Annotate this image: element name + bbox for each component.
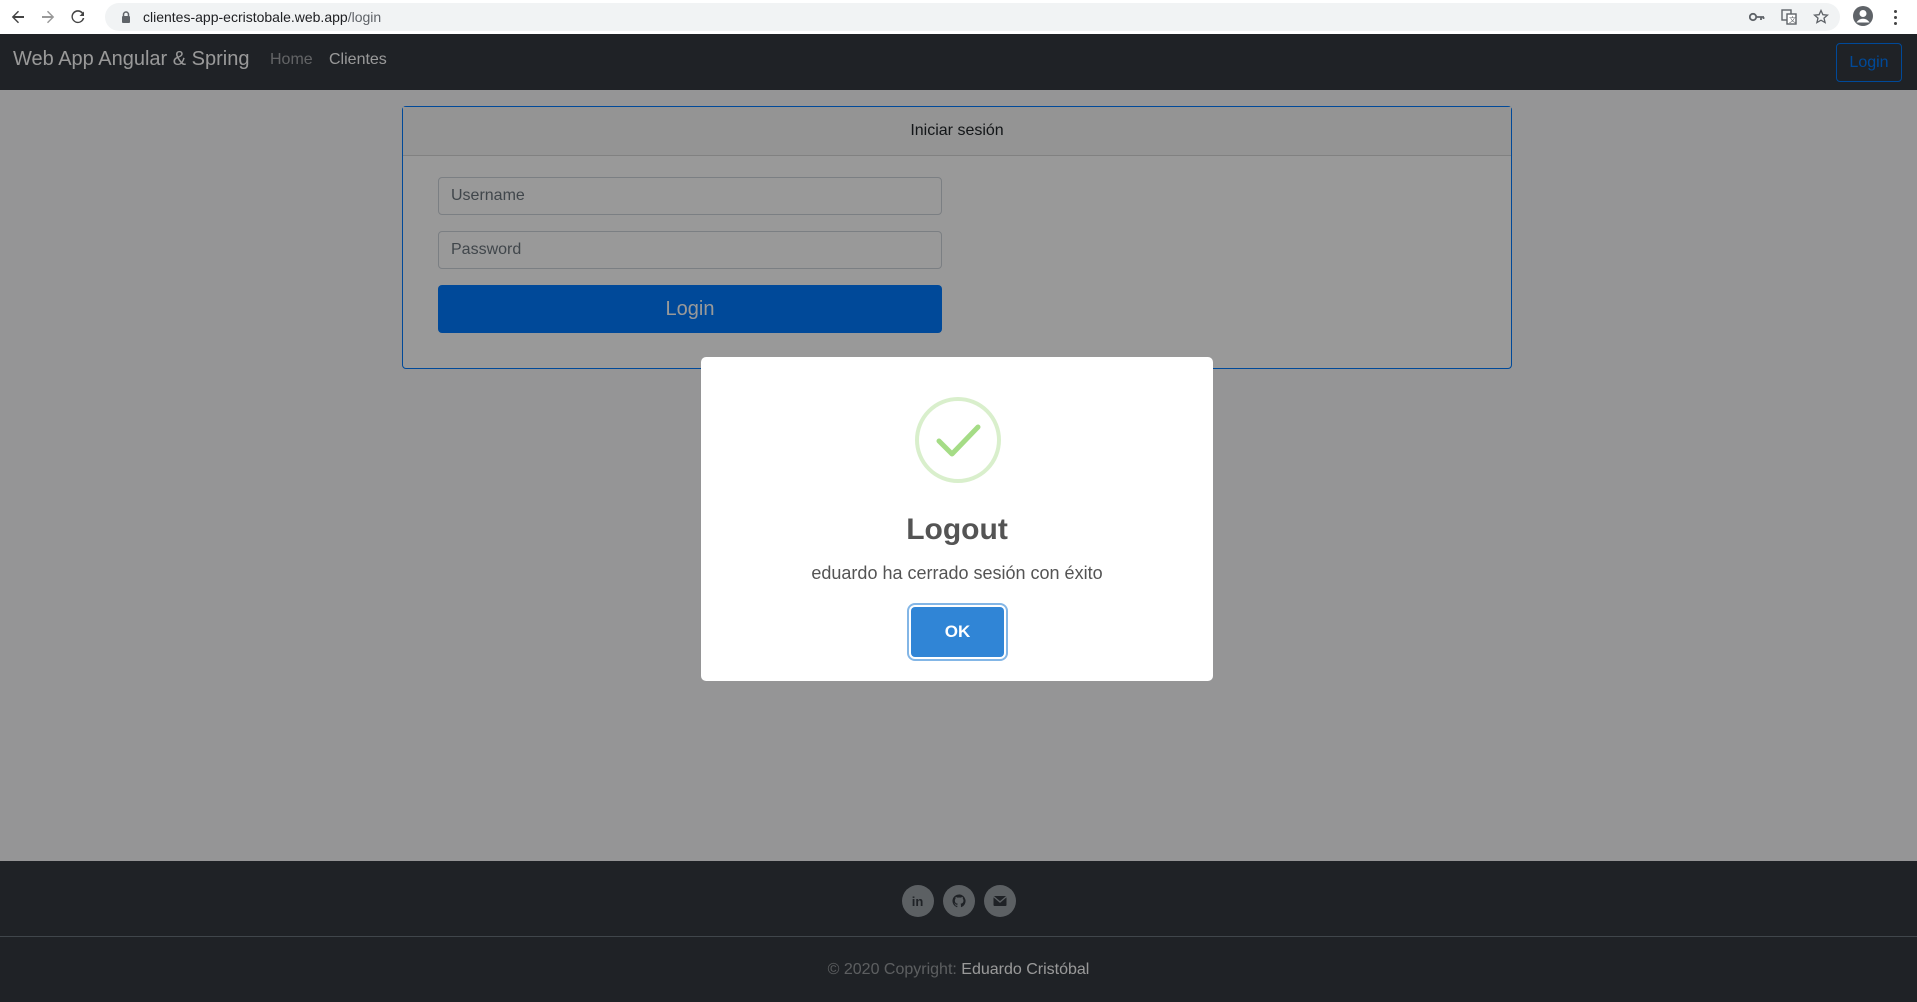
dialog-title: Logout [906, 513, 1008, 546]
menu-kebab-icon[interactable] [1888, 6, 1902, 28]
translate-icon[interactable]: 文 [1780, 8, 1798, 26]
back-arrow-icon[interactable] [6, 5, 30, 29]
dialog-message: eduardo ha cerrado sesión con éxito [811, 563, 1103, 583]
browser-toolbar: clientes-app-ecristobale.web.app/login 文 [0, 0, 1917, 34]
success-check-icon [914, 396, 1002, 484]
url-host: clientes-app-ecristobale.web.app [143, 9, 348, 25]
svg-text:文: 文 [1789, 15, 1796, 24]
lock-icon [119, 10, 133, 24]
ok-button[interactable]: OK [911, 607, 1004, 657]
reload-icon[interactable] [66, 5, 90, 29]
address-bar[interactable]: clientes-app-ecristobale.web.app/login 文 [105, 3, 1840, 31]
account-icon[interactable] [1851, 4, 1875, 28]
key-icon[interactable] [1748, 8, 1766, 26]
logout-dialog: Logout eduardo ha cerrado sesión con éxi… [701, 357, 1213, 681]
star-icon[interactable] [1812, 8, 1830, 26]
forward-arrow-icon[interactable] [36, 5, 60, 29]
address-bar-icons: 文 [1748, 8, 1830, 26]
url-text: clientes-app-ecristobale.web.app/login [143, 9, 381, 25]
url-path: /login [347, 9, 382, 25]
